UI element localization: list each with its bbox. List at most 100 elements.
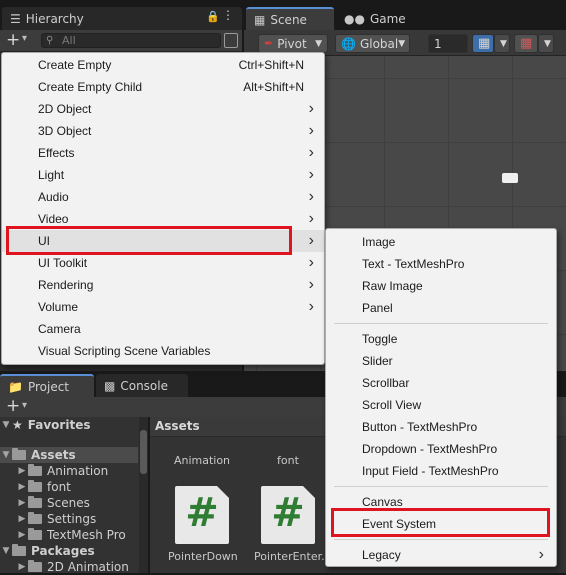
expand-down-icon[interactable]: ▼ — [0, 450, 12, 460]
ui-submenu-item[interactable]: Dropdown - TextMeshPro — [326, 438, 556, 460]
tab-hierarchy[interactable]: ☰ Hierarchy 🔒 ⋮ — [2, 7, 242, 30]
assets-breadcrumb-label[interactable]: Assets — [155, 419, 200, 433]
gamepad-icon: ●● — [344, 11, 365, 26]
ui-submenu-item[interactable]: Toggle — [326, 328, 556, 350]
tab-game[interactable]: ●● Game — [336, 7, 416, 30]
tab-scene[interactable]: ▦ Scene — [246, 7, 334, 30]
script-label-pointerdown[interactable]: PointerDown... — [168, 550, 238, 563]
create-menu-item-label: Visual Scripting Scene Variables — [38, 344, 211, 358]
chevron-right-icon: › — [308, 254, 314, 271]
project-tree-scroll-thumb[interactable] — [140, 430, 147, 474]
asset-label-animation[interactable]: Animation — [172, 454, 232, 467]
create-menu-item[interactable]: Visual Scripting Scene Variables — [2, 340, 324, 362]
project-add-button[interactable]: + — [6, 396, 20, 416]
create-menu-item[interactable]: Effects › — [2, 142, 324, 164]
script-glyph: # — [271, 490, 305, 536]
ui-submenu-item[interactable]: Slider — [326, 350, 556, 372]
project-tree-item[interactable]: ▼ ★ Favorites — [0, 417, 138, 433]
project-tree-item[interactable]: ▶ font — [0, 479, 138, 495]
project-tree-item[interactable]: ▼ Packages — [0, 543, 138, 559]
top-tab-bar: ☰ Hierarchy 🔒 ⋮ ▦ Scene ●● Game — [0, 0, 566, 30]
ui-submenu-item[interactable]: Scroll View — [326, 394, 556, 416]
project-tree-item-label: 2D Animation — [47, 560, 129, 574]
create-menu-item[interactable]: Audio › — [2, 186, 324, 208]
scene-search-icon[interactable] — [224, 33, 238, 48]
hierarchy-search-input[interactable]: ⚲ All — [41, 33, 221, 48]
snap-options-dropdown[interactable]: ▼ — [538, 34, 554, 53]
add-dropdown-arrow-icon[interactable]: ▾ — [22, 33, 27, 44]
folder-icon — [28, 528, 42, 540]
project-tree-item[interactable]: ▶ Settings — [0, 511, 138, 527]
ui-submenu-item[interactable]: Input Field - TextMeshPro — [326, 460, 556, 482]
pivot-icon: ✒ — [264, 37, 274, 50]
tab-console[interactable]: ▩ Console — [96, 374, 188, 397]
menu-separator — [334, 486, 548, 487]
script-label-pointerenter[interactable]: PointerEnter... — [254, 550, 324, 563]
folder-icon — [28, 512, 42, 524]
ui-submenu-item[interactable]: Button - TextMeshPro — [326, 416, 556, 438]
ui-submenu-item-label: Scrollbar — [362, 376, 410, 390]
create-menu-item-label: Rendering — [38, 278, 94, 292]
ui-submenu-item[interactable]: Legacy › — [326, 544, 556, 566]
ui-submenu-item[interactable]: Panel — [326, 297, 556, 319]
project-tree-item[interactable]: ▶ Scenes — [0, 495, 138, 511]
tab-project-label: Project — [27, 379, 70, 394]
camera-gizmo-icon[interactable] — [502, 173, 518, 183]
create-menu-item[interactable]: 3D Object › — [2, 120, 324, 142]
menu-separator — [334, 323, 548, 324]
create-menu-item-label: Effects — [38, 146, 75, 160]
pivot-dropdown[interactable]: ✒ Pivot ▼ — [258, 34, 328, 53]
create-menu-item[interactable]: Camera — [2, 318, 324, 340]
create-menu-item[interactable]: Rendering › — [2, 274, 324, 296]
highlight-box-ui — [6, 226, 292, 255]
create-menu-item[interactable]: Volume › — [2, 296, 324, 318]
project-tree-item-label: TextMesh Pro — [47, 528, 126, 542]
global-dropdown[interactable]: 🌐 Global ▼ — [335, 34, 410, 53]
tab-project[interactable]: 📁 Project — [0, 374, 94, 397]
lock-icon[interactable]: 🔒 — [206, 10, 220, 23]
create-menu-item[interactable]: Light › — [2, 164, 324, 186]
create-menu-item[interactable]: 2D Object › — [2, 98, 324, 120]
project-tree-item[interactable]: ▼ Assets — [0, 447, 138, 463]
script-icon[interactable]: # — [261, 486, 315, 544]
star-icon: ★ — [12, 418, 23, 432]
create-menu-item-label: 3D Object — [38, 124, 92, 138]
create-menu-item-shortcut: Ctrl+Shift+N — [238, 58, 304, 72]
more-options-icon[interactable]: ⋮ — [222, 8, 234, 22]
expand-down-icon[interactable]: ▼ — [0, 420, 12, 430]
asset-label-font[interactable]: font — [258, 454, 318, 467]
expand-right-icon[interactable]: ▶ — [16, 514, 28, 524]
expand-right-icon[interactable]: ▶ — [16, 530, 28, 540]
ui-submenu-item[interactable]: Image — [326, 231, 556, 253]
project-tree-item[interactable]: ▶ TextMesh Pro — [0, 527, 138, 543]
create-context-menu: Create Empty Ctrl+Shift+N Create Empty Chi… — [1, 52, 325, 365]
expand-right-icon[interactable]: ▶ — [16, 482, 28, 492]
create-menu-item[interactable]: Create Empty Ctrl+Shift+N — [2, 54, 324, 76]
chevron-right-icon: › — [308, 166, 314, 183]
add-button[interactable]: + — [6, 30, 20, 50]
chevron-down-icon: ▼ — [500, 38, 507, 49]
ui-submenu-item[interactable]: Scrollbar — [326, 372, 556, 394]
grid-toggle-button[interactable]: ▦ — [472, 34, 494, 53]
folder-icon — [12, 544, 26, 556]
create-menu-item-label: Create Empty Child — [38, 80, 143, 94]
expand-right-icon[interactable]: ▶ — [16, 562, 28, 572]
expand-down-icon[interactable]: ▼ — [0, 546, 12, 556]
grid-snap-value-input[interactable]: 1 — [428, 34, 468, 53]
create-menu-item[interactable]: UI Toolkit › — [2, 252, 324, 274]
tab-console-label: Console — [120, 378, 168, 393]
grid-options-dropdown[interactable]: ▼ — [494, 34, 510, 53]
ui-submenu-item-label: Dropdown - TextMeshPro — [362, 442, 498, 456]
snap-toggle-button[interactable]: ▦ — [514, 34, 538, 53]
add-dropdown-arrow-icon[interactable]: ▾ — [22, 400, 27, 411]
ui-submenu-item[interactable]: Raw Image — [326, 275, 556, 297]
project-tree-item-label: Packages — [31, 544, 95, 558]
create-menu-item[interactable]: Create Empty Child Alt+Shift+N — [2, 76, 324, 98]
project-tree-item[interactable]: ▶ Animation — [0, 463, 138, 479]
expand-right-icon[interactable]: ▶ — [16, 498, 28, 508]
folder-icon — [28, 464, 42, 476]
script-icon[interactable]: # — [175, 486, 229, 544]
ui-submenu-item[interactable]: Text - TextMeshPro — [326, 253, 556, 275]
expand-right-icon[interactable]: ▶ — [16, 466, 28, 476]
toolbar-divider — [418, 34, 424, 53]
